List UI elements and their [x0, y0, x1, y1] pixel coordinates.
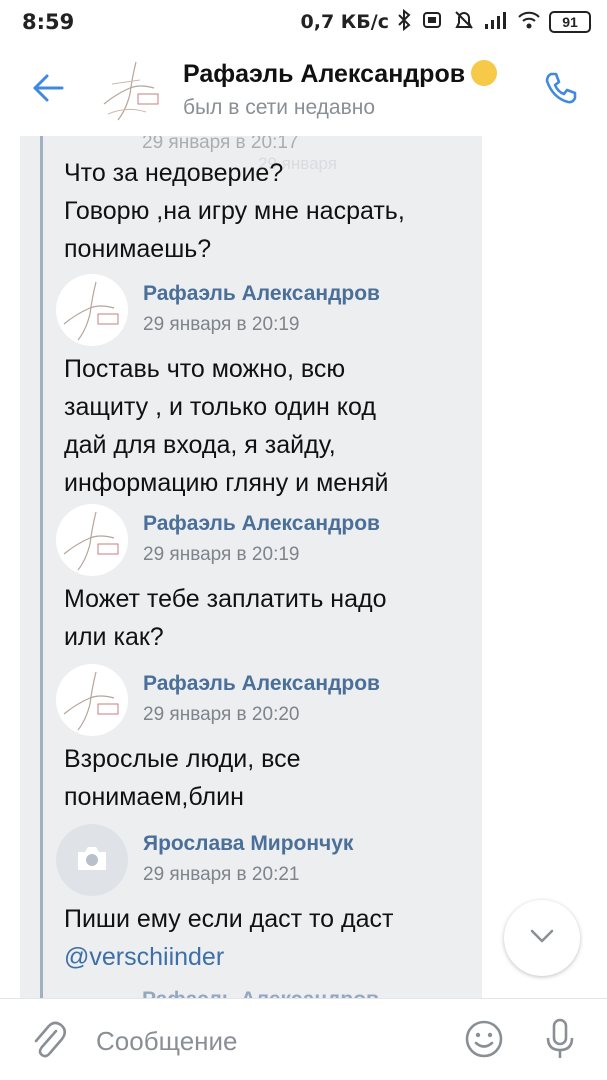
message-input[interactable]	[96, 1021, 436, 1061]
attach-button[interactable]	[26, 1019, 70, 1063]
message-text: Пиши ему если даст то даст @verschiinder	[64, 900, 464, 976]
status-bar: 8:59 0,7 КБ/с 91	[0, 0, 607, 44]
forward-quote-line	[40, 136, 43, 998]
back-button[interactable]	[24, 66, 72, 114]
author-avatar[interactable]	[56, 824, 128, 896]
wifi-icon	[517, 10, 541, 35]
signal-icon	[483, 10, 509, 35]
contact-last-seen: был в сети недавно	[183, 96, 376, 119]
battery-indicator: 91	[549, 11, 591, 33]
message-text: Поставь что можно, всю защиту , и только…	[64, 350, 464, 502]
message-line: Может тебе заплатить надо	[64, 585, 387, 613]
contact-name-text: Рафаэль Александров	[183, 60, 466, 88]
camera-icon	[75, 844, 109, 877]
status-time: 8:59	[22, 10, 75, 34]
message-line: Взрослые люди, все	[64, 745, 301, 773]
contact-avatar[interactable]	[96, 54, 168, 126]
author-name[interactable]: Рафаэль Александров	[143, 672, 380, 696]
author-name[interactable]: Рафаэль Александров	[143, 512, 380, 536]
arrow-left-icon	[31, 73, 65, 108]
message-date: 29 января в 20:19	[143, 544, 300, 565]
message-date: 29 января в 20:20	[143, 704, 300, 725]
bluetooth-icon	[397, 8, 411, 36]
microphone-icon	[545, 1018, 575, 1065]
alarm-off-icon	[453, 9, 475, 36]
voice-message-button[interactable]	[538, 1017, 582, 1065]
author-name: Рафаэль Александров	[142, 988, 379, 998]
message-line: Поставь что можно, всю	[64, 355, 346, 383]
scroll-down-button[interactable]	[504, 900, 580, 976]
message-line: Что за недоверие?	[64, 159, 284, 187]
contact-name[interactable]: Рафаэль Александров	[183, 60, 498, 89]
message-text: Взрослые люди, все понимаем,блин	[64, 740, 464, 816]
mention-link[interactable]: @verschiinder	[64, 943, 224, 971]
message-date: 29 января в 20:21	[143, 864, 300, 885]
emoji-button[interactable]	[462, 1019, 506, 1063]
message-line: Пиши ему если даст то даст	[64, 905, 394, 933]
message-line: дай для входа, я зайду,	[64, 431, 336, 459]
message-line: или как?	[64, 623, 164, 651]
chat-header: Рафаэль Александров был в сети недавно	[0, 44, 607, 136]
status-icons: 0,7 КБ/с 91	[300, 8, 591, 36]
message-text: Может тебе заплатить надо или как?	[64, 580, 464, 656]
net-speed: 0,7 КБ/с	[300, 11, 390, 33]
author-name[interactable]: Рафаэль Александров	[143, 282, 380, 306]
author-name[interactable]: Ярослава Мирончук	[143, 832, 353, 856]
author-avatar[interactable]	[56, 504, 128, 576]
paperclip-icon	[30, 1019, 67, 1064]
chevron-down-icon	[529, 928, 555, 949]
call-button[interactable]	[537, 66, 585, 114]
message-line: понимаем,блин	[64, 783, 244, 811]
message-text: Что за недоверие? Говорю ,на игру мне на…	[64, 154, 464, 268]
message-line: защиту , и только один код	[64, 393, 376, 421]
message-line: Говорю ,на игру мне насрать,	[64, 197, 405, 225]
author-avatar[interactable]	[56, 274, 128, 346]
smile-icon	[464, 1019, 504, 1064]
message-composer	[0, 998, 607, 1080]
message-date: 29 января в 20:19	[143, 314, 300, 335]
message-list[interactable]: 29 января 29 января в 20:17 Что за недов…	[0, 136, 607, 998]
phone-icon	[543, 70, 579, 111]
nerd-face-emoji-icon	[471, 60, 498, 87]
vibrate-icon	[419, 10, 445, 35]
message-date: 29 января в 20:17	[142, 136, 299, 153]
message-line: понимаешь?	[64, 235, 212, 263]
author-avatar[interactable]	[56, 664, 128, 736]
message-line: информацию гляну и меняй	[64, 469, 389, 497]
